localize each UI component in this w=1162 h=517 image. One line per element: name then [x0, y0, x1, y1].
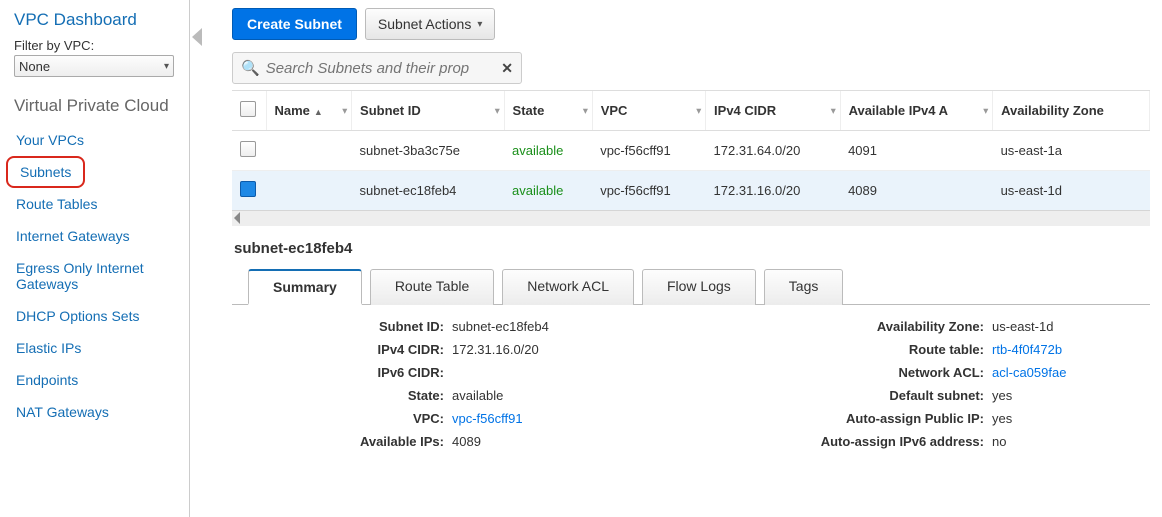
table-row[interactable]: subnet-ec18feb4 available vpc-f56cff91 1… — [232, 171, 1150, 211]
sidebar: VPC Dashboard Filter by VPC: None ▾ Virt… — [0, 0, 190, 517]
summary-panel: Subnet ID:subnet-ec18feb4 IPv4 CIDR:172.… — [232, 305, 1150, 461]
section-header-vpc: Virtual Private Cloud — [14, 95, 185, 116]
subnet-table-wrap: Name▲▾ Subnet ID▾ State▾ VPC▾ IPv4 CIDR▾… — [232, 90, 1150, 226]
col-state[interactable]: State▾ — [504, 91, 592, 131]
value-subnet-id: subnet-ec18feb4 — [452, 319, 549, 334]
tab-flow-logs[interactable]: Flow Logs — [642, 269, 756, 305]
filter-vpc-select[interactable]: None ▾ — [14, 55, 174, 77]
cell-state: available — [504, 171, 592, 211]
chevron-down-icon: ▾ — [164, 61, 169, 72]
value-auto-public-ip: yes — [992, 411, 1012, 426]
sidebar-item-dhcp-options[interactable]: DHCP Options Sets — [14, 300, 185, 332]
label-state: State: — [252, 388, 452, 403]
cell-available: 4091 — [840, 131, 993, 171]
cell-az: us-east-1d — [993, 171, 1150, 211]
clear-search-icon[interactable]: ✕ — [501, 60, 513, 77]
toolbar: Create Subnet Subnet Actions ▾ — [232, 8, 1150, 40]
chevron-down-icon[interactable]: ▾ — [495, 105, 500, 116]
sidebar-item-subnets[interactable]: Subnets — [14, 162, 77, 182]
cell-cidr: 172.31.16.0/20 — [706, 171, 841, 211]
sidebar-item-elastic-ips[interactable]: Elastic IPs — [14, 332, 185, 364]
search-input[interactable] — [266, 60, 496, 77]
table-row[interactable]: subnet-3ba3c75e available vpc-f56cff91 1… — [232, 131, 1150, 171]
selected-subnet-name: subnet-ec18feb4 — [232, 226, 1150, 269]
chevron-down-icon[interactable]: ▾ — [343, 105, 348, 116]
cell-cidr: 172.31.64.0/20 — [706, 131, 841, 171]
sidebar-item-nat-gateways[interactable]: NAT Gateways — [14, 396, 185, 428]
col-ipv4-cidr[interactable]: IPv4 CIDR▾ — [706, 91, 841, 131]
label-default-subnet: Default subnet: — [792, 388, 992, 403]
cell-vpc: vpc-f56cff91 — [592, 171, 705, 211]
chevron-down-icon[interactable]: ▾ — [984, 105, 989, 116]
filter-label: Filter by VPC: — [14, 38, 185, 53]
value-az: us-east-1d — [992, 319, 1053, 334]
chevron-down-icon: ▾ — [477, 19, 482, 30]
sidebar-item-route-tables[interactable]: Route Tables — [14, 188, 185, 220]
tab-network-acl[interactable]: Network ACL — [502, 269, 634, 305]
cell-name — [266, 171, 352, 211]
value-auto-ipv6: no — [992, 434, 1006, 449]
value-available-ips: 4089 — [452, 434, 481, 449]
col-available-ipv4[interactable]: Available IPv4 A▾ — [840, 91, 993, 131]
value-state: available — [452, 388, 503, 403]
subnet-table: Name▲▾ Subnet ID▾ State▾ VPC▾ IPv4 CIDR▾… — [232, 91, 1150, 211]
detail-tabs: Summary Route Table Network ACL Flow Log… — [232, 269, 1150, 305]
subnet-actions-button[interactable]: Subnet Actions ▾ — [365, 8, 495, 40]
sidebar-item-endpoints[interactable]: Endpoints — [14, 364, 185, 396]
cell-state: available — [504, 131, 592, 171]
collapse-gutter — [190, 0, 214, 517]
chevron-down-icon[interactable]: ▾ — [831, 105, 836, 116]
value-network-acl-link[interactable]: acl-ca059fae — [992, 365, 1066, 380]
value-vpc-link[interactable]: vpc-f56cff91 — [452, 411, 523, 426]
col-name[interactable]: Name▲▾ — [266, 91, 352, 131]
dashboard-title[interactable]: VPC Dashboard — [14, 10, 185, 30]
search-icon: 🔍 — [241, 59, 260, 77]
col-vpc[interactable]: VPC▾ — [592, 91, 705, 131]
row-checkbox[interactable] — [240, 141, 256, 157]
label-available-ips: Available IPs: — [252, 434, 452, 449]
tab-tags[interactable]: Tags — [764, 269, 844, 305]
tab-summary[interactable]: Summary — [248, 269, 362, 305]
sidebar-item-your-vpcs[interactable]: Your VPCs — [14, 124, 185, 156]
label-ipv6-cidr: IPv6 CIDR: — [252, 365, 452, 380]
sidebar-item-subnets-highlight: Subnets — [6, 156, 85, 188]
chevron-down-icon[interactable]: ▾ — [697, 105, 702, 116]
sidebar-item-egress-gateways[interactable]: Egress Only Internet Gateways — [14, 252, 185, 300]
main-panel: Create Subnet Subnet Actions ▾ 🔍 ✕ Name▲… — [214, 0, 1162, 517]
collapse-sidebar-icon[interactable] — [192, 28, 202, 46]
label-ipv4-cidr: IPv4 CIDR: — [252, 342, 452, 357]
col-subnet-id[interactable]: Subnet ID▾ — [352, 91, 505, 131]
cell-available: 4089 — [840, 171, 993, 211]
label-network-acl: Network ACL: — [792, 365, 992, 380]
select-all-checkbox[interactable] — [240, 101, 256, 117]
col-az[interactable]: Availability Zone — [993, 91, 1150, 131]
tab-route-table[interactable]: Route Table — [370, 269, 494, 305]
subnet-actions-label: Subnet Actions — [378, 16, 471, 32]
filter-vpc-value: None — [19, 59, 50, 74]
chevron-down-icon[interactable]: ▾ — [583, 105, 588, 116]
label-vpc: VPC: — [252, 411, 452, 426]
cell-subnet-id: subnet-ec18feb4 — [352, 171, 505, 211]
label-subnet-id: Subnet ID: — [252, 319, 452, 334]
cell-az: us-east-1a — [993, 131, 1150, 171]
search-bar[interactable]: 🔍 ✕ — [232, 52, 522, 84]
create-subnet-button[interactable]: Create Subnet — [232, 8, 357, 40]
label-route-table: Route table: — [792, 342, 992, 357]
cell-subnet-id: subnet-3ba3c75e — [352, 131, 505, 171]
cell-vpc: vpc-f56cff91 — [592, 131, 705, 171]
horizontal-scrollbar[interactable] — [232, 210, 1150, 226]
sidebar-item-internet-gateways[interactable]: Internet Gateways — [14, 220, 185, 252]
col-select-all[interactable] — [232, 91, 266, 131]
label-az: Availability Zone: — [792, 319, 992, 334]
label-auto-public-ip: Auto-assign Public IP: — [792, 411, 992, 426]
value-default-subnet: yes — [992, 388, 1012, 403]
cell-name — [266, 131, 352, 171]
value-route-table-link[interactable]: rtb-4f0f472b — [992, 342, 1062, 357]
sort-asc-icon: ▲ — [314, 107, 323, 117]
row-checkbox[interactable] — [240, 181, 256, 197]
value-ipv4-cidr: 172.31.16.0/20 — [452, 342, 539, 357]
label-auto-ipv6: Auto-assign IPv6 address: — [792, 434, 992, 449]
